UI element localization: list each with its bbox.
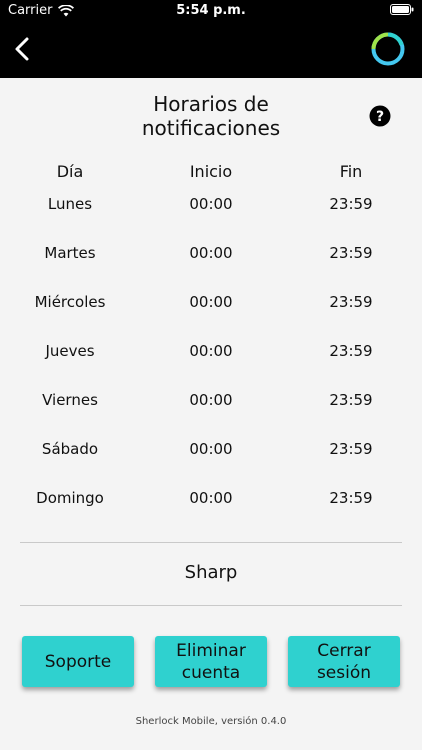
end-time[interactable]: 23:59	[301, 437, 401, 461]
start-time[interactable]: 00:00	[161, 388, 261, 412]
svg-text:?: ?	[376, 109, 384, 125]
start-time[interactable]: 00:00	[161, 339, 261, 363]
schedule-row-sunday: Domingo 00:00 23:59	[0, 486, 422, 510]
schedule-row-friday: Viernes 00:00 23:59	[0, 388, 422, 412]
question-circle-icon[interactable]: ?	[369, 105, 391, 127]
day-label: Lunes	[47, 195, 93, 213]
end-time[interactable]: 23:59	[301, 192, 401, 216]
back-button[interactable]	[10, 36, 36, 62]
column-header-start: Inicio	[189, 162, 233, 181]
schedule-row-tuesday: Martes 00:00 23:59	[0, 241, 422, 265]
status-time: 5:54 p.m.	[176, 3, 246, 18]
divider	[20, 542, 402, 543]
schedule-row-wednesday: Miércoles 00:00 23:59	[0, 290, 422, 314]
delete-account-button[interactable]: Eliminar cuenta	[155, 636, 267, 687]
app-version: Sherlock Mobile, versión 0.4.0	[135, 716, 287, 727]
top-navigation-bar: Carrier 5:54 p.m.	[0, 0, 422, 78]
page-title: Horarios de notificaciones	[141, 92, 281, 140]
column-header-end: Fin	[339, 162, 363, 181]
end-time[interactable]: 23:59	[301, 339, 401, 363]
end-time[interactable]: 23:59	[301, 290, 401, 314]
start-time[interactable]: 00:00	[161, 192, 261, 216]
company-label: Sharp	[184, 562, 238, 583]
schedule-row-saturday: Sábado 00:00 23:59	[0, 437, 422, 461]
day-label: Domingo	[36, 489, 104, 507]
start-time[interactable]: 00:00	[161, 290, 261, 314]
start-time[interactable]: 00:00	[161, 241, 261, 265]
day-label: Miércoles	[34, 293, 106, 311]
circular-logo-icon	[371, 32, 405, 66]
start-time[interactable]: 00:00	[161, 437, 261, 461]
end-time[interactable]: 23:59	[301, 388, 401, 412]
support-button[interactable]: Soporte	[22, 636, 134, 687]
day-label: Viernes	[42, 391, 98, 409]
column-header-day: Día	[56, 162, 84, 181]
logout-button[interactable]: Cerrar sesión	[288, 636, 400, 687]
day-label: Jueves	[45, 342, 95, 360]
day-label: Sábado	[41, 440, 99, 458]
divider	[20, 605, 402, 606]
battery-icon	[390, 4, 414, 15]
end-time[interactable]: 23:59	[301, 486, 401, 510]
schedule-row-monday: Lunes 00:00 23:59	[0, 192, 422, 216]
start-time[interactable]: 00:00	[161, 486, 261, 510]
end-time[interactable]: 23:59	[301, 241, 401, 265]
schedule-row-thursday: Jueves 00:00 23:59	[0, 339, 422, 363]
day-label: Martes	[44, 244, 96, 262]
